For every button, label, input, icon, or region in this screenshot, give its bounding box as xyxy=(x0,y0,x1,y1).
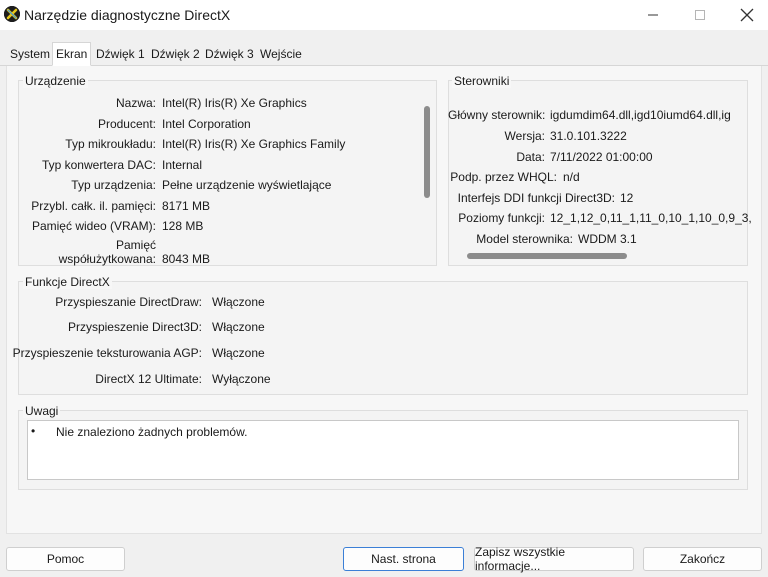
drivers-key: Podp. przez WHQL: xyxy=(450,170,557,184)
drivers-key: Interfejs DDI funkcji Direct3D: xyxy=(457,191,615,205)
device-value: 8043 MB xyxy=(162,252,211,266)
save-all-info-button[interactable]: Zapisz wszystkie informacje... xyxy=(474,545,634,573)
drivers-value: 12_1,12_0,11_1,11_0,10_1,10_0,9_3, xyxy=(550,211,752,225)
drivers-value: WDDM 3.1 xyxy=(578,232,637,246)
directx-key: DirectX 12 Ultimate: xyxy=(95,372,202,386)
tab-system[interactable]: System xyxy=(8,46,52,66)
next-page-button[interactable]: Nast. strona xyxy=(343,547,464,571)
device-key: Pamięć wideo (VRAM): xyxy=(31,219,156,233)
drivers-value: igdumdim64.dll,igd10iumd64.dll,ig xyxy=(550,108,731,122)
tab-dzwiek-3[interactable]: Dźwięk 3 xyxy=(203,46,256,66)
device-group-title: Urządzenie xyxy=(23,74,88,88)
tab-wejscie[interactable]: Wejście xyxy=(258,46,304,66)
device-key: Producent: xyxy=(97,117,156,131)
device-value: 128 MB xyxy=(162,219,204,233)
device-value: Pełne urządzenie wyświetlające xyxy=(162,178,332,192)
directx-key: Przyspieszenie teksturowania AGP: xyxy=(12,346,202,360)
tab-dzwiek-2[interactable]: Dźwięk 2 xyxy=(149,46,202,66)
directx-value: Włączone xyxy=(212,320,265,334)
directx-key: Przyspieszenie Direct3D: xyxy=(67,320,202,334)
device-value: Internal xyxy=(162,158,203,172)
directx-value: Włączone xyxy=(212,295,265,309)
device-key: Typ urządzenia: xyxy=(71,178,156,192)
notes-bullet: • xyxy=(31,424,36,438)
drivers-key: Data: xyxy=(516,150,545,164)
device-key-line-1: Pamięć xyxy=(115,238,156,252)
tab-bar: System Ekran Dźwięk 1 Dźwięk 2 Dźwięk 3 … xyxy=(0,40,768,66)
device-key: Typ konwertera DAC: xyxy=(41,158,156,172)
drivers-key: Poziomy funkcji: xyxy=(458,211,545,225)
device-value: 8171 MB xyxy=(162,199,211,213)
device-value: Intel Corporation xyxy=(162,117,251,131)
device-key-line-2: współużytkowana: xyxy=(58,252,156,266)
drivers-value: 31.0.101.3222 xyxy=(550,129,627,143)
notes-item: Nie znaleziono żadnych problemów. xyxy=(56,425,248,439)
drivers-horizontal-scrollbar[interactable] xyxy=(467,253,627,259)
maximize-button[interactable] xyxy=(677,0,723,30)
directx-value: Wyłączone xyxy=(212,372,271,386)
device-value: Intel(R) Iris(R) Xe Graphics Family xyxy=(162,137,346,151)
title-bar: Narzędzie diagnostyczne DirectX xyxy=(0,0,768,30)
drivers-value: n/d xyxy=(563,170,580,184)
drivers-group-title: Sterowniki xyxy=(452,74,512,88)
device-value: Intel(R) Iris(R) Xe Graphics xyxy=(162,96,307,110)
device-key: Nazwa: xyxy=(115,96,156,110)
help-button[interactable]: Pomoc xyxy=(6,547,125,571)
exit-button[interactable]: Zakończ xyxy=(643,547,762,571)
minimize-button[interactable] xyxy=(630,0,676,30)
directx-features-title: Funkcje DirectX xyxy=(23,275,112,289)
notes-title: Uwagi xyxy=(23,404,61,418)
window-title: Narzędzie diagnostyczne DirectX xyxy=(24,7,231,23)
device-vertical-scrollbar[interactable] xyxy=(424,106,430,198)
device-key: Typ mikroukładu: xyxy=(65,137,156,151)
drivers-value: 12 xyxy=(620,191,634,205)
drivers-key: Model sterownika: xyxy=(476,232,573,246)
drivers-key: Główny sterownik: xyxy=(448,108,546,122)
drivers-value: 7/11/2022 01:00:00 xyxy=(550,150,653,164)
directx-app-icon xyxy=(4,6,20,22)
tab-dzwiek-1[interactable]: Dźwięk 1 xyxy=(94,46,147,66)
device-key: Przybl. całk. il. pamięci: xyxy=(31,199,156,213)
close-button[interactable] xyxy=(724,0,768,30)
directx-value: Włączone xyxy=(212,346,265,360)
drivers-key: Wersja: xyxy=(504,129,545,143)
tab-ekran[interactable]: Ekran xyxy=(52,42,92,66)
close-icon xyxy=(740,8,754,22)
directx-key: Przyspieszanie DirectDraw: xyxy=(55,295,202,309)
